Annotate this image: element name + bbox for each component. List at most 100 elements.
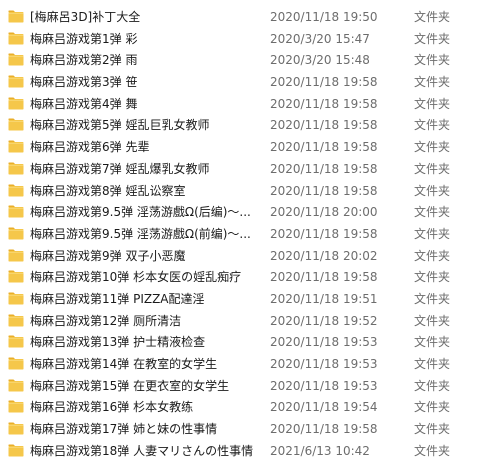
file-date-modified: 2020/11/18 19:58 xyxy=(270,183,378,198)
file-name: 梅麻吕游戏第13弹 护士精液检查 xyxy=(30,335,206,350)
file-name: 梅麻吕游戏第7弹 婬乱爆乳女教师 xyxy=(30,161,210,176)
file-name: 梅麻吕游戏第6弹 先辈 xyxy=(30,140,150,155)
folder-icon xyxy=(8,444,24,457)
file-list: [梅麻呂3D]补丁大全 2020/11/18 19:50 文件夹 梅麻吕游戏第1… xyxy=(0,6,481,461)
file-type: 文件夹 xyxy=(414,291,451,306)
file-type: 文件夹 xyxy=(414,357,451,371)
file-row[interactable]: 梅麻吕游戏第17弹 姉と妹の性事情 2020/11/18 19:58 文件夹 xyxy=(0,418,481,440)
folder-icon xyxy=(8,32,24,45)
file-row[interactable]: 梅麻吕游戏第13弹 护士精液检查 2020/11/18 19:53 文件夹 xyxy=(0,331,481,353)
file-name: 梅麻吕游戏第16弹 杉本女教练 xyxy=(30,400,194,415)
folder-icon xyxy=(8,270,24,283)
file-name: 梅麻吕游戏第14弹 在教室的女学生 xyxy=(30,357,218,371)
file-name: 梅麻吕游戏第4弹 舞 xyxy=(30,96,138,111)
folder-icon xyxy=(8,140,24,153)
folder-icon xyxy=(8,10,24,23)
file-date-modified: 2020/11/18 19:50 xyxy=(270,10,378,24)
folder-icon xyxy=(8,422,24,435)
file-name: 梅麻吕游戏第18弹 人妻マリさんの性事情 xyxy=(30,443,254,458)
file-name: 梅麻吕游戏第15弹 在更衣室的女学生 xyxy=(30,378,230,393)
file-date-modified: 2021/6/13 10:42 xyxy=(270,443,370,458)
file-type: 文件夹 xyxy=(414,313,451,328)
file-row[interactable]: 梅麻吕游戏第15弹 在更衣室的女学生 2020/11/18 19:53 文件夹 xyxy=(0,375,481,397)
file-type: 文件夹 xyxy=(414,53,451,68)
file-name: 梅麻吕游戏第9弹 双子小恶魔 xyxy=(30,248,186,263)
folder-icon xyxy=(8,335,24,348)
file-name: 梅麻吕游戏第5弹 婬乱巨乳女教师 xyxy=(30,118,210,133)
folder-icon xyxy=(8,249,24,262)
file-type: 文件夹 xyxy=(414,161,451,176)
file-date-modified: 2020/11/18 19:58 xyxy=(270,96,378,111)
folder-icon xyxy=(8,162,24,175)
file-name: 梅麻吕游戏第8弹 婬乱讼察室 xyxy=(30,183,186,198)
file-date-modified: 2020/11/18 19:58 xyxy=(270,422,378,437)
file-row[interactable]: 梅麻吕游戏第12弹 厕所清洁 2020/11/18 19:52 文件夹 xyxy=(0,310,481,332)
folder-icon xyxy=(8,205,24,218)
file-row[interactable]: 梅麻吕游戏第9.5弹 淫荡游戲Ω(前编)～... 2020/11/18 19:5… xyxy=(0,223,481,245)
file-date-modified: 2020/11/18 19:58 xyxy=(270,270,378,285)
file-name: 梅麻吕游戏第2弹 雨 xyxy=(30,53,138,68)
file-type: 文件夹 xyxy=(414,31,451,46)
folder-icon xyxy=(8,379,24,392)
file-row[interactable]: 梅麻吕游戏第7弹 婬乱爆乳女教师 2020/11/18 19:58 文件夹 xyxy=(0,158,481,180)
file-date-modified: 2020/11/18 19:51 xyxy=(270,291,378,306)
file-name: [梅麻呂3D]补丁大全 xyxy=(30,10,141,24)
file-row[interactable]: 梅麻吕游戏第5弹 婬乱巨乳女教师 2020/11/18 19:58 文件夹 xyxy=(0,114,481,136)
folder-icon xyxy=(8,184,24,197)
file-name: 梅麻吕游戏第17弹 姉と妹の性事情 xyxy=(30,422,218,437)
file-date-modified: 2020/11/18 19:53 xyxy=(270,378,378,393)
file-row[interactable]: 梅麻吕游戏第18弹 人妻マリさんの性事情 2021/6/13 10:42 文件夹 xyxy=(0,440,481,461)
file-row[interactable]: 梅麻吕游戏第9.5弹 淫荡游戲Ω(后编)～... 2020/11/18 20:0… xyxy=(0,201,481,223)
file-date-modified: 2020/3/20 15:48 xyxy=(270,53,370,68)
file-type: 文件夹 xyxy=(414,226,451,241)
file-row[interactable]: 梅麻吕游戏第9弹 双子小恶魔 2020/11/18 20:02 文件夹 xyxy=(0,245,481,267)
file-date-modified: 2020/11/18 19:58 xyxy=(270,161,378,176)
file-name: 梅麻吕游戏第1弹 彩 xyxy=(30,31,138,46)
folder-icon xyxy=(8,400,24,413)
file-row[interactable]: 梅麻吕游戏第11弹 PIZZA配達淫 2020/11/18 19:51 文件夹 xyxy=(0,288,481,310)
file-type: 文件夹 xyxy=(414,400,451,415)
folder-icon xyxy=(8,118,24,131)
file-date-modified: 2020/11/18 19:58 xyxy=(270,226,378,241)
folder-icon xyxy=(8,53,24,66)
file-row[interactable]: 梅麻吕游戏第10弹 杉本女医の婬乱痴疗 2020/11/18 19:58 文件夹 xyxy=(0,266,481,288)
file-row[interactable]: 梅麻吕游戏第3弹 笹 2020/11/18 19:58 文件夹 xyxy=(0,71,481,93)
file-type: 文件夹 xyxy=(414,140,451,155)
file-row[interactable]: 梅麻吕游戏第16弹 杉本女教练 2020/11/18 19:54 文件夹 xyxy=(0,396,481,418)
folder-icon xyxy=(8,357,24,370)
file-type: 文件夹 xyxy=(414,118,451,133)
file-date-modified: 2020/11/18 19:58 xyxy=(270,118,378,133)
file-name: 梅麻吕游戏第9.5弹 淫荡游戲Ω(后编)～... xyxy=(30,205,251,220)
folder-icon xyxy=(8,314,24,327)
file-row[interactable]: [梅麻呂3D]补丁大全 2020/11/18 19:50 文件夹 xyxy=(0,6,481,28)
file-row[interactable]: 梅麻吕游戏第6弹 先辈 2020/11/18 19:58 文件夹 xyxy=(0,136,481,158)
file-date-modified: 2020/11/18 19:58 xyxy=(270,140,378,155)
file-type: 文件夹 xyxy=(414,205,451,220)
file-date-modified: 2020/11/18 19:54 xyxy=(270,400,378,415)
file-date-modified: 2020/11/18 19:52 xyxy=(270,313,378,328)
file-row[interactable]: 梅麻吕游戏第4弹 舞 2020/11/18 19:58 文件夹 xyxy=(0,93,481,115)
file-type: 文件夹 xyxy=(414,75,451,90)
file-date-modified: 2020/11/18 19:58 xyxy=(270,75,378,90)
file-type: 文件夹 xyxy=(414,270,451,285)
file-date-modified: 2020/11/18 20:00 xyxy=(270,205,378,220)
file-row[interactable]: 梅麻吕游戏第1弹 彩 2020/3/20 15:47 文件夹 xyxy=(0,28,481,50)
file-name: 梅麻吕游戏第10弹 杉本女医の婬乱痴疗 xyxy=(30,270,242,285)
file-type: 文件夹 xyxy=(414,10,451,24)
file-name: 梅麻吕游戏第12弹 厕所清洁 xyxy=(30,313,182,328)
file-row[interactable]: 梅麻吕游戏第8弹 婬乱讼察室 2020/11/18 19:58 文件夹 xyxy=(0,180,481,202)
file-row[interactable]: 梅麻吕游戏第14弹 在教室的女学生 2020/11/18 19:53 文件夹 xyxy=(0,353,481,375)
file-date-modified: 2020/11/18 20:02 xyxy=(270,248,378,263)
folder-icon xyxy=(8,75,24,88)
file-name: 梅麻吕游戏第11弹 PIZZA配達淫 xyxy=(30,291,205,306)
file-date-modified: 2020/3/20 15:47 xyxy=(270,31,370,46)
file-date-modified: 2020/11/18 19:53 xyxy=(270,357,378,371)
file-type: 文件夹 xyxy=(414,248,451,263)
file-name: 梅麻吕游戏第3弹 笹 xyxy=(30,75,138,90)
file-type: 文件夹 xyxy=(414,335,451,350)
folder-icon xyxy=(8,97,24,110)
file-type: 文件夹 xyxy=(414,443,451,458)
file-type: 文件夹 xyxy=(414,96,451,111)
file-date-modified: 2020/11/18 19:53 xyxy=(270,335,378,350)
file-row[interactable]: 梅麻吕游戏第2弹 雨 2020/3/20 15:48 文件夹 xyxy=(0,49,481,71)
